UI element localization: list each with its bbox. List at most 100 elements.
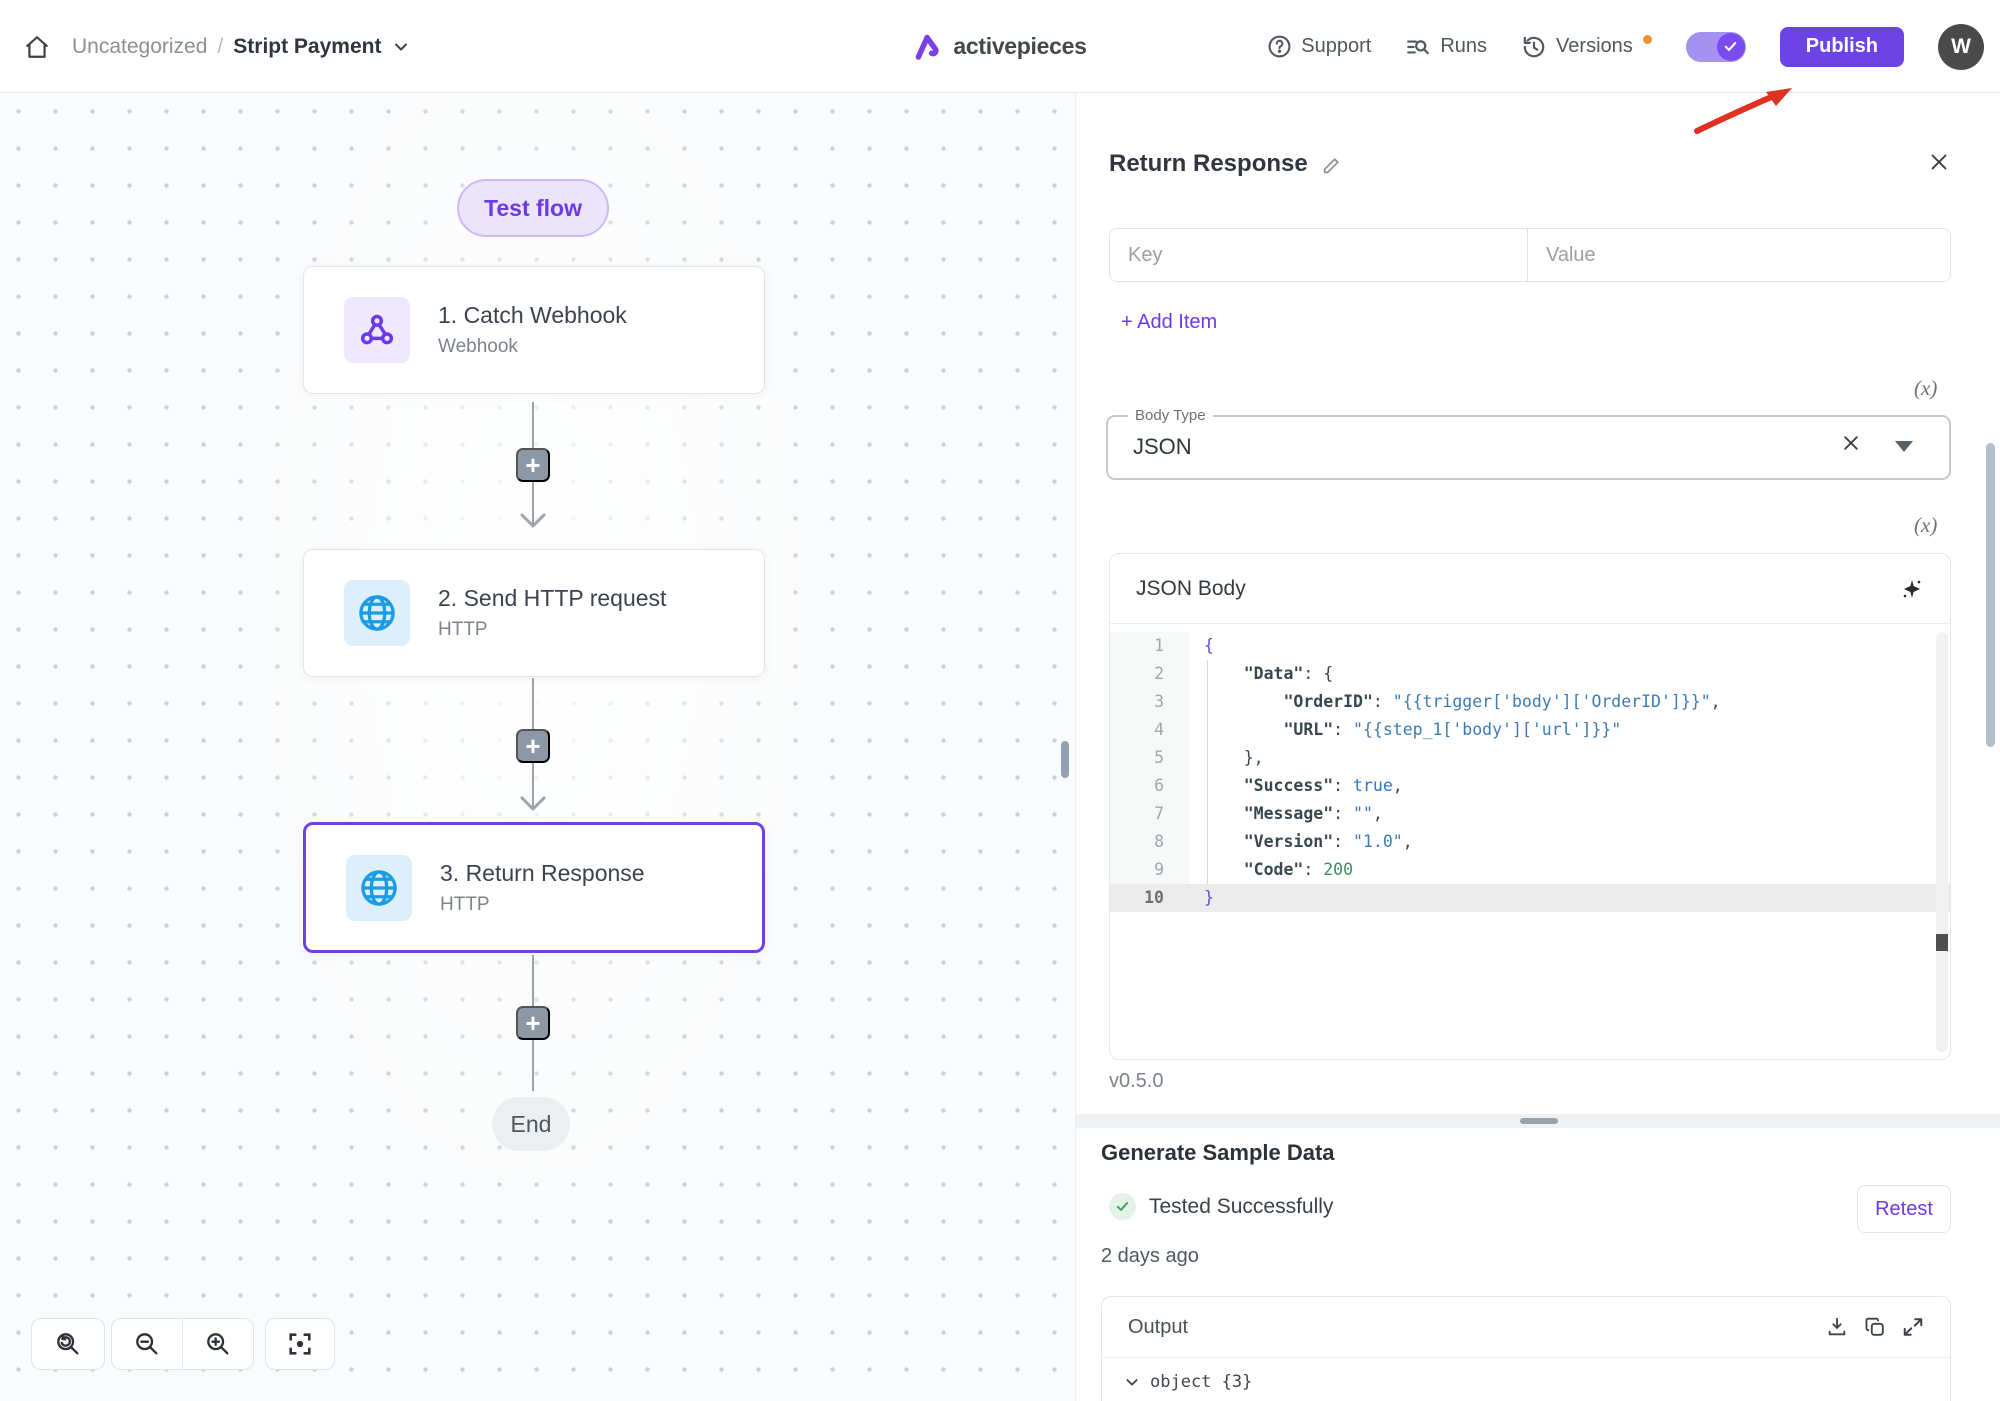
output-card: Output object {3} — [1101, 1296, 1951, 1401]
flow-node-catch-webhook[interactable]: 1. Catch Webhook Webhook — [303, 266, 765, 394]
runs-button[interactable]: Runs — [1405, 34, 1487, 60]
versions-unpublished-dot — [1643, 35, 1652, 44]
clear-body-type-button[interactable] — [1841, 433, 1861, 453]
panel-resize-handle[interactable] — [1061, 741, 1069, 778]
brand: activepieces — [913, 0, 1086, 93]
toggle-knob — [1717, 33, 1745, 61]
output-tree-node[interactable]: object {3} — [1102, 1358, 1950, 1392]
code-line[interactable]: 2 "Data": { — [1110, 660, 1950, 688]
home-icon — [24, 34, 50, 60]
breadcrumb-folder[interactable]: Uncategorized — [72, 35, 207, 59]
code-line[interactable]: 4 "URL": "{{step_1['body']['url']}}" — [1110, 716, 1950, 744]
flow-node-send-http-request[interactable]: 2. Send HTTP request HTTP — [303, 549, 765, 677]
flow-node-return-response[interactable]: 3. Return Response HTTP — [303, 822, 765, 953]
add-step-button[interactable]: + — [516, 448, 550, 482]
reset-zoom-button[interactable] — [31, 1318, 105, 1370]
support-label: Support — [1301, 35, 1371, 58]
close-icon — [1841, 433, 1861, 453]
node-title: 2. Send HTTP request — [438, 585, 666, 612]
breadcrumb-separator: / — [217, 35, 223, 59]
node-subtitle: HTTP — [440, 894, 645, 916]
body-type-select[interactable]: Body Type JSON — [1106, 415, 1951, 480]
home-button[interactable] — [24, 34, 50, 60]
copy-output-button[interactable] — [1864, 1316, 1886, 1338]
editor-scrollbar-thumb[interactable] — [1936, 934, 1948, 951]
breadcrumb: Uncategorized / Stript Payment — [72, 35, 411, 59]
panel-splitter[interactable] — [1076, 1114, 2000, 1128]
node-subtitle: Webhook — [438, 336, 627, 358]
topbar: Uncategorized / Stript Payment activepie… — [0, 0, 2000, 93]
code-line[interactable]: 1{ — [1110, 632, 1950, 660]
code-line[interactable]: 8 "Version": "1.0", — [1110, 828, 1950, 856]
activepieces-logo-icon — [913, 32, 943, 62]
zoom-in-icon — [204, 1330, 232, 1358]
code-line[interactable]: 7 "Message": "", — [1110, 800, 1950, 828]
download-output-button[interactable] — [1826, 1316, 1848, 1338]
add-step-button[interactable]: + — [516, 1006, 550, 1040]
panel-scrollbar-thumb[interactable] — [1986, 443, 1995, 747]
node-title: 1. Catch Webhook — [438, 302, 627, 329]
zoom-out-button[interactable] — [112, 1319, 183, 1369]
arrowhead-icon — [520, 513, 546, 529]
editor-scrollbar-track[interactable] — [1936, 632, 1948, 1052]
add-item-button[interactable]: + Add Item — [1121, 311, 1217, 334]
json-body-label: JSON Body — [1136, 577, 1246, 601]
chevron-down-icon[interactable] — [1895, 441, 1913, 452]
code-line[interactable]: 9 "Code": 200 — [1110, 856, 1950, 884]
splitter-handle[interactable] — [1520, 1118, 1558, 1124]
zoom-group — [111, 1318, 254, 1370]
code-line[interactable]: 3 "OrderID": "{{trigger['body']['OrderID… — [1110, 688, 1950, 716]
breadcrumb-flow-name[interactable]: Stript Payment — [233, 35, 381, 59]
ai-assist-button[interactable] — [1900, 577, 1924, 601]
add-step-button[interactable]: + — [516, 729, 550, 763]
indent-guide — [1207, 660, 1208, 884]
test-flow-button[interactable]: Test flow — [457, 179, 609, 237]
runs-icon — [1405, 34, 1431, 60]
download-icon — [1826, 1316, 1848, 1338]
support-button[interactable]: Support — [1267, 34, 1371, 59]
insert-variable-icon[interactable]: (x) — [1914, 376, 1937, 401]
test-status: Tested Successfully — [1109, 1193, 1333, 1220]
code-line[interactable]: 6 "Success": true, — [1110, 772, 1950, 800]
help-icon — [1267, 34, 1292, 59]
code-line[interactable]: 5 }, — [1110, 744, 1950, 772]
code-lines: 1{2 "Data": {3 "OrderID": "{{trigger['bo… — [1110, 632, 1950, 912]
close-panel-button[interactable] — [1928, 151, 1950, 173]
webhook-icon — [344, 297, 410, 363]
headers-key-value-row — [1109, 228, 1951, 282]
step-settings-panel: Return Response + Add Item (x) Body Type… — [1075, 93, 2000, 1401]
publish-button[interactable]: Publish — [1780, 27, 1904, 67]
zoom-out-icon — [133, 1330, 161, 1358]
copy-icon — [1864, 1316, 1886, 1338]
test-status-text: Tested Successfully — [1149, 1195, 1333, 1219]
body-type-label: Body Type — [1128, 407, 1213, 424]
arrowhead-icon — [520, 796, 546, 812]
globe-icon — [344, 580, 410, 646]
runs-label: Runs — [1440, 35, 1487, 58]
flow-end-node: End — [492, 1097, 570, 1151]
json-body-editor: JSON Body 1{2 "Data": {3 "OrderID": "{{t… — [1109, 553, 1951, 1060]
versions-button[interactable]: Versions — [1521, 34, 1633, 60]
avatar[interactable]: W — [1938, 24, 1984, 70]
pencil-icon — [1322, 154, 1343, 175]
zoom-in-button[interactable] — [183, 1319, 254, 1369]
value-input[interactable] — [1528, 229, 1950, 281]
app-window: Uncategorized / Stript Payment activepie… — [0, 0, 2000, 1401]
canvas-controls — [0, 1318, 400, 1370]
code-line[interactable]: 10} — [1110, 884, 1950, 912]
output-tree-label: object {3} — [1150, 1372, 1252, 1392]
key-input[interactable] — [1110, 229, 1528, 281]
success-check-icon — [1109, 1193, 1136, 1220]
retest-button[interactable]: Retest — [1857, 1185, 1951, 1233]
fit-view-button[interactable] — [265, 1318, 335, 1370]
rename-step-button[interactable] — [1322, 154, 1343, 175]
reset-zoom-icon — [54, 1330, 82, 1358]
close-icon — [1928, 151, 1950, 173]
flow-enabled-toggle[interactable] — [1686, 32, 1746, 62]
expand-output-button[interactable] — [1902, 1316, 1924, 1338]
insert-variable-icon[interactable]: (x) — [1914, 513, 1937, 538]
flow-canvas[interactable]: Test flow 1. Catch Webhook Webhook + — [0, 93, 1075, 1401]
flow-menu-button[interactable] — [391, 37, 411, 57]
piece-version: v0.5.0 — [1109, 1070, 1163, 1093]
code-editor[interactable]: 1{2 "Data": {3 "OrderID": "{{trigger['bo… — [1110, 624, 1950, 1060]
